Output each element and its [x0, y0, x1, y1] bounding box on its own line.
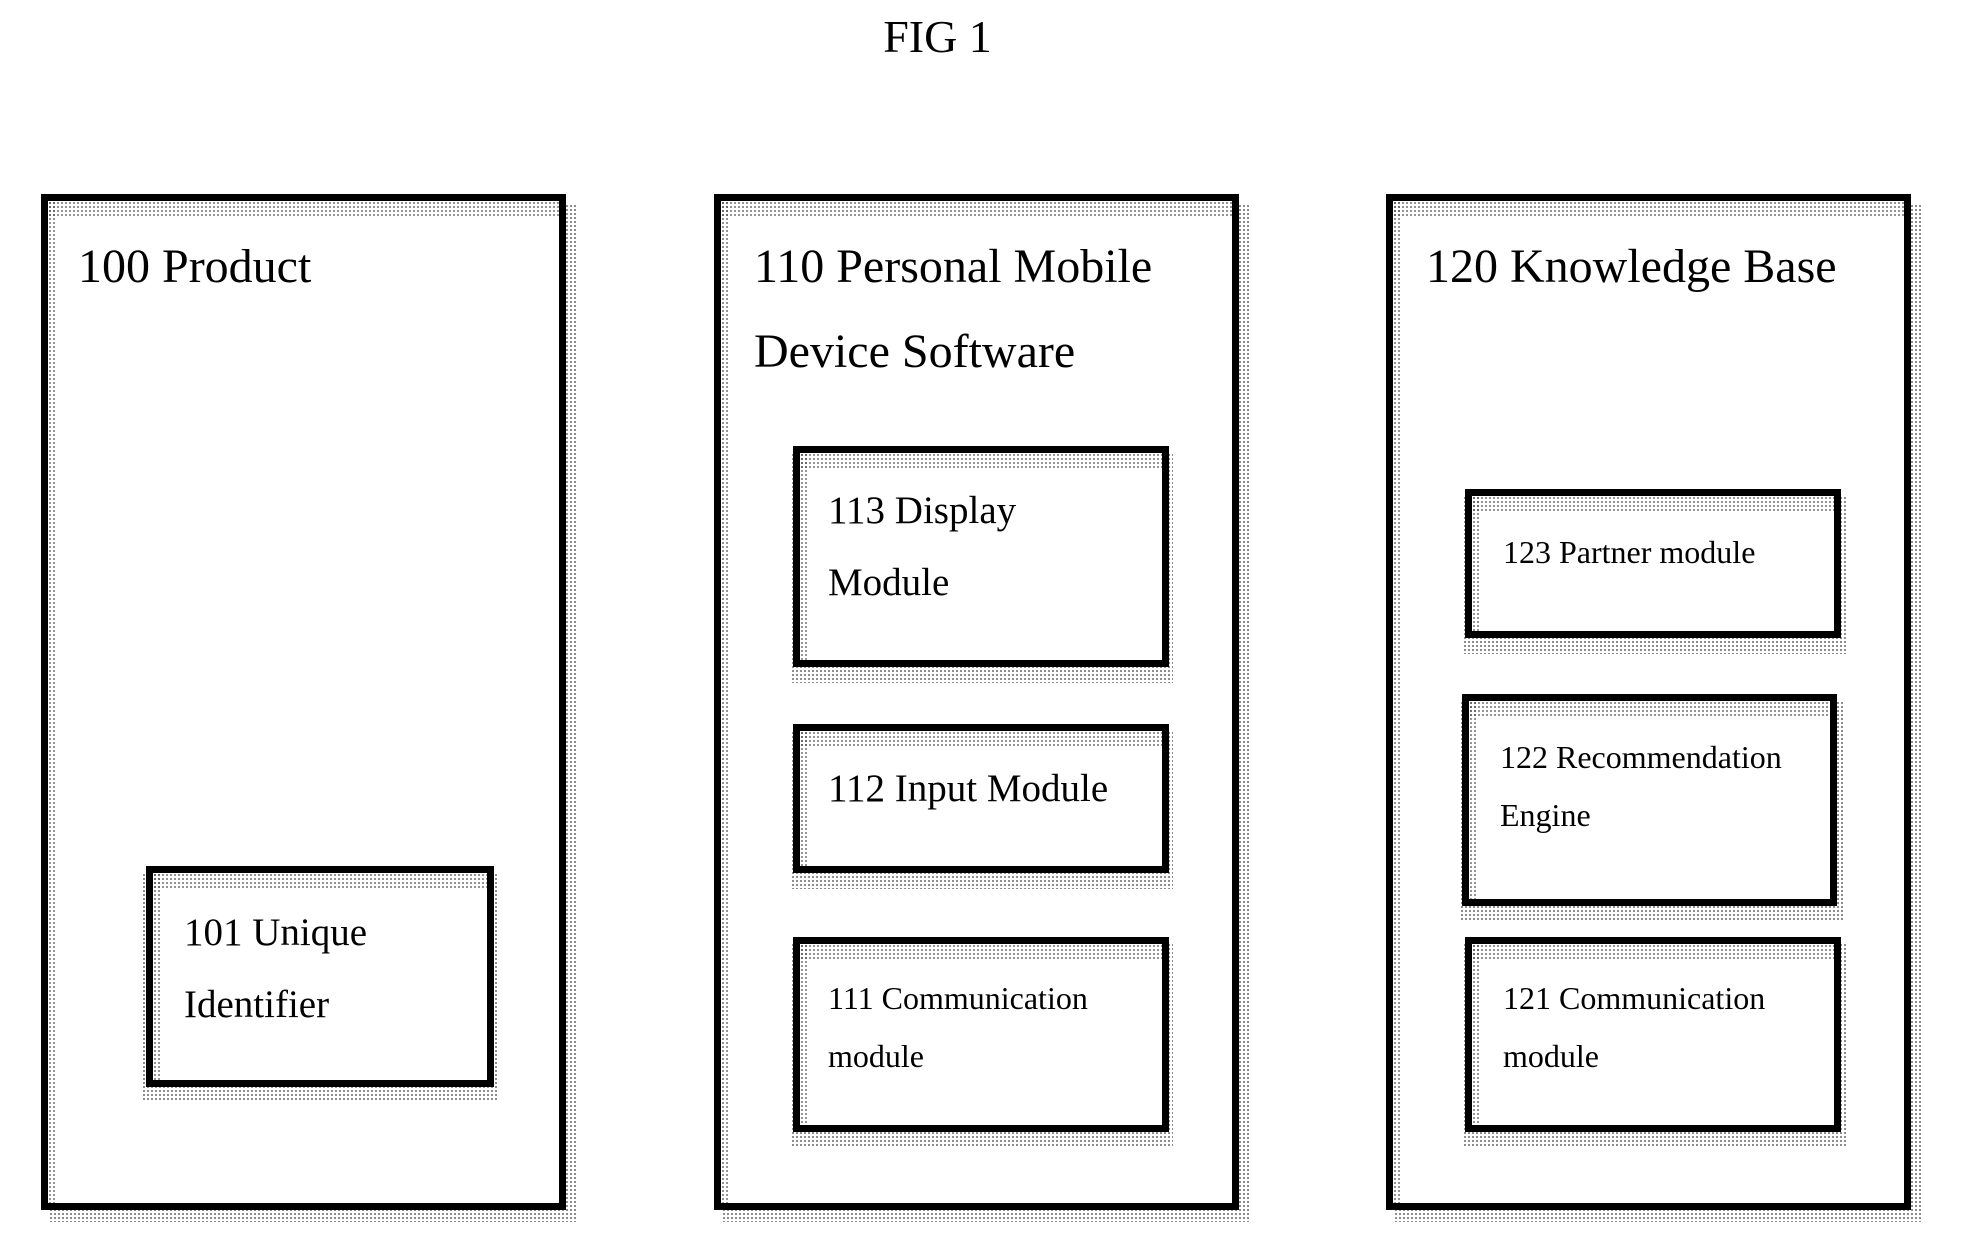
figure-title: FIG 1: [883, 11, 992, 62]
shading-band: [48, 201, 55, 1203]
communication-module-121-line2: module: [1503, 1038, 1599, 1074]
mobile-software-title-line2: Device Software: [754, 325, 1076, 378]
shading-band: [800, 731, 1162, 747]
shading-band: [800, 944, 807, 1125]
shading-band: [153, 873, 160, 1080]
knowledge-base-title: 120 Knowledge Base: [1426, 240, 1837, 293]
display-module-line1: 113 Display: [828, 489, 1017, 532]
partner-module-block: 123 Partner module: [1465, 489, 1841, 638]
shading-band: [1472, 944, 1479, 1125]
communication-module-111-line1: 111 Communication: [828, 980, 1088, 1016]
communication-module-111-line2: module: [828, 1038, 924, 1074]
communication-module-121-block: 121 Communication module: [1465, 937, 1841, 1132]
shading-band: [721, 201, 1232, 217]
shading-band: [800, 944, 1162, 960]
unique-identifier-line2: Identifier: [184, 983, 330, 1026]
shading-band: [1472, 496, 1479, 631]
input-module-block: 112 Input Module: [793, 724, 1169, 873]
shading-band: [1393, 201, 1400, 1203]
input-module-line1: 112 Input Module: [828, 767, 1109, 810]
display-module-line2: Module: [828, 561, 950, 604]
recommendation-engine-line1: 122 Recommendation: [1500, 739, 1782, 775]
recommendation-engine-block: 122 Recommendation Engine: [1462, 694, 1837, 906]
shading-band: [1472, 944, 1834, 960]
shading-band: [1472, 496, 1834, 512]
shading-band: [800, 453, 807, 660]
product-block-title: 100 Product: [78, 240, 312, 293]
communication-module-121-line1: 121 Communication: [1503, 980, 1766, 1016]
shading-band: [48, 201, 559, 217]
recommendation-engine-line2: Engine: [1500, 797, 1591, 833]
mobile-software-title-line1: 110 Personal Mobile: [754, 240, 1153, 293]
shading-band: [800, 731, 807, 866]
communication-module-111-block: 111 Communication module: [793, 937, 1169, 1132]
unique-identifier-line1: 101 Unique: [184, 911, 368, 954]
unique-identifier-block: 101 Unique Identifier: [146, 866, 494, 1087]
shading-band: [1469, 701, 1476, 899]
shading-band: [1393, 201, 1904, 217]
shading-band: [800, 453, 1162, 469]
partner-module-line1: 123 Partner module: [1503, 534, 1756, 570]
shading-band: [1469, 701, 1830, 717]
shading-band: [721, 201, 728, 1203]
display-module-block: 113 Display Module: [793, 446, 1169, 667]
shading-band: [153, 873, 487, 889]
